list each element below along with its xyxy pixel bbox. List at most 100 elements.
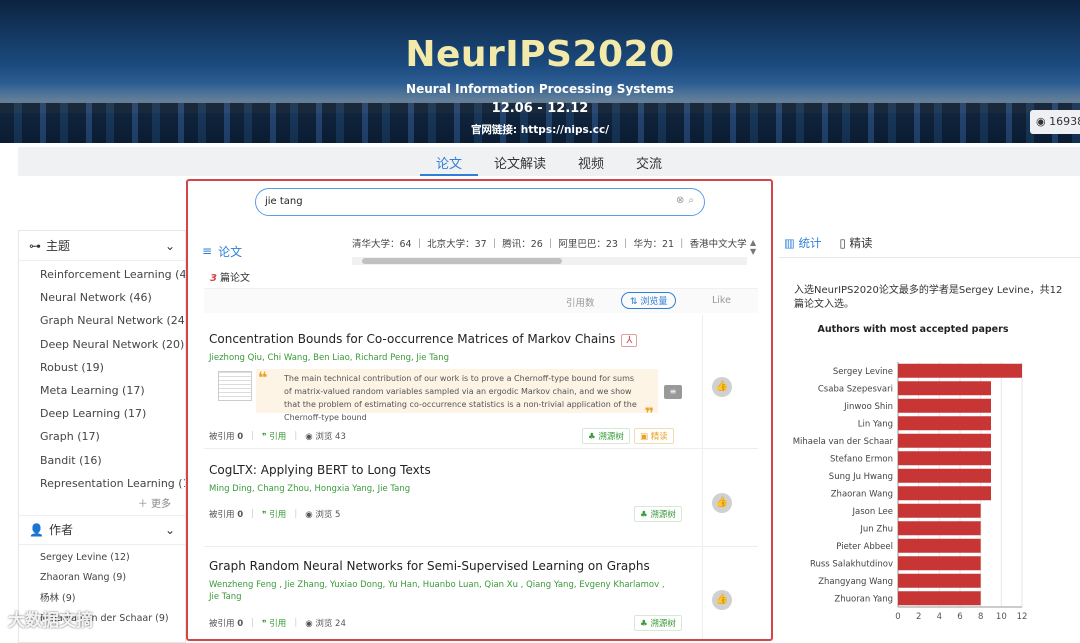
cite-button[interactable]: ❞ 引用 bbox=[262, 430, 286, 442]
search-input[interactable]: jie tang ⊗ ⌕ bbox=[255, 188, 705, 216]
y-tick-label: Jun Zhu bbox=[859, 524, 893, 534]
y-tick-label: Sung Ju Hwang bbox=[829, 472, 893, 482]
tab-papers[interactable]: 论文 bbox=[419, 147, 478, 176]
tab-stats-label: 统计 bbox=[798, 235, 822, 250]
bar bbox=[898, 591, 981, 606]
tab-discussion[interactable]: 交流 bbox=[620, 147, 678, 176]
like-button[interactable]: 👍 bbox=[712, 590, 732, 610]
tab-video[interactable]: 视频 bbox=[562, 147, 620, 176]
paper-title-text[interactable]: Concentration Bounds for Co-occurrence M… bbox=[209, 332, 615, 346]
y-tick-label: Pieter Abbeel bbox=[836, 542, 893, 552]
chevron-down-icon[interactable]: ⌄ bbox=[165, 523, 175, 537]
view-count: 16938 bbox=[1049, 115, 1080, 128]
tab-paper-interpretation[interactable]: 论文解读 bbox=[478, 147, 562, 176]
tab-paper-results[interactable]: ≡ 论文 bbox=[202, 243, 242, 260]
scrollbar-thumb[interactable] bbox=[362, 258, 562, 264]
main-nav: 论文 论文解读 视频 交流 bbox=[18, 147, 1080, 176]
clear-icon[interactable]: ⊗ bbox=[676, 195, 684, 206]
author-item[interactable]: Sergey Levine (12) bbox=[19, 548, 185, 569]
tab-read-label: 精读 bbox=[849, 235, 873, 250]
paper-title[interactable]: Concentration Bounds for Co-occurrence M… bbox=[209, 332, 638, 347]
topic-item[interactable]: Graph (17) bbox=[19, 425, 185, 448]
y-tick-label: Zhangyang Wang bbox=[818, 577, 893, 587]
cite-button[interactable]: ❞ 引用 bbox=[262, 508, 286, 520]
eye-icon: ◉ bbox=[1036, 115, 1046, 128]
topic-item[interactable]: Reinforcement Learning (48) bbox=[19, 263, 185, 286]
cited-count: 0 bbox=[237, 619, 244, 629]
pdf-icon[interactable]: ⅄ bbox=[621, 334, 638, 347]
paper-meta: 被引用 0 | ❞ 引用 | ◉ 浏览 5 bbox=[209, 508, 341, 520]
book-icon: ▯ bbox=[839, 235, 846, 250]
sort-bar: 引用数 ⇅ 浏览量 Like bbox=[204, 289, 758, 313]
filter-sidebar: ⊶ 主题 ⌄ Reinforcement Learning (48) Neural… bbox=[18, 230, 186, 643]
sort-by-views[interactable]: ⇅ 浏览量 bbox=[621, 292, 677, 309]
topic-item[interactable]: Deep Learning (17) bbox=[19, 402, 185, 425]
abstract-text: The main technical contribution of our w… bbox=[284, 374, 637, 422]
quote-icon: ❞ bbox=[262, 510, 267, 520]
authors-header[interactable]: 👤 作者 ⌄ bbox=[19, 514, 185, 545]
paper-title[interactable]: Graph Random Neural Networks for Semi-Su… bbox=[209, 559, 650, 573]
topics-more-button[interactable]: ＋ 更多 bbox=[19, 495, 185, 515]
paper-authors-continued[interactable]: Jie Tang bbox=[209, 592, 242, 602]
stats-tabs: ▥ 统计 ▯ 精读 bbox=[779, 228, 1080, 258]
comment-icon[interactable]: ≡ bbox=[664, 385, 682, 399]
like-button[interactable]: 👍 bbox=[712, 493, 732, 513]
bar bbox=[898, 433, 991, 448]
source-tree-button[interactable]: ♣ 溯源树 bbox=[634, 506, 682, 522]
sort-by-citations[interactable]: 引用数 bbox=[566, 295, 595, 309]
horizontal-scrollbar[interactable] bbox=[352, 257, 747, 265]
read-button[interactable]: ▣ 精读 bbox=[634, 428, 674, 444]
y-tick-label: Lin Yang bbox=[858, 419, 893, 429]
scroll-arrows-icon[interactable]: ▲ ▼ bbox=[750, 238, 756, 256]
paper-thumbnail[interactable] bbox=[218, 371, 252, 401]
search-icon[interactable]: ⌕ bbox=[688, 195, 694, 206]
topics-title: 主题 bbox=[46, 239, 71, 253]
paper-title[interactable]: CogLTX: Applying BERT to Long Texts bbox=[209, 463, 431, 477]
topic-item[interactable]: Meta Learning (17) bbox=[19, 379, 185, 402]
stats-panel: ▥ 统计 ▯ 精读 入选NeurIPS2020论文最多的学者是Sergey Le… bbox=[779, 228, 1080, 643]
paper-authors[interactable]: Ming Ding, Chang Zhou, Hongxia Yang, Jie… bbox=[209, 484, 410, 494]
source-tree-button[interactable]: ♣ 溯源树 bbox=[634, 615, 682, 631]
topic-item[interactable]: Robust (19) bbox=[19, 356, 185, 379]
author-item[interactable]: Zhaoran Wang (9) bbox=[19, 568, 185, 589]
conference-subtitle: Neural Information Processing Systems bbox=[406, 82, 674, 96]
source-tree-label: 溯源树 bbox=[650, 619, 676, 629]
paper-meta: 被引用 0 | ❞ 引用 | ◉ 浏览 43 bbox=[209, 430, 346, 442]
paper-authors[interactable]: Wenzheng Feng , Jie Zhang, Yuxiao Dong, … bbox=[209, 580, 665, 590]
paper-abstract: The main technical contribution of our w… bbox=[218, 368, 658, 423]
paper-card: Graph Random Neural Networks for Semi-Su… bbox=[204, 547, 758, 639]
official-link[interactable]: 官网链接: https://nips.cc/ bbox=[0, 122, 1080, 137]
topic-item[interactable]: Bandit (16) bbox=[19, 449, 185, 472]
topic-item[interactable]: Representation Learning (15) bbox=[19, 472, 185, 495]
topic-item[interactable]: Graph Neural Network (24) bbox=[19, 309, 185, 332]
y-tick-label: Csaba Szepesvari bbox=[818, 384, 893, 394]
topic-item[interactable]: Neural Network (46) bbox=[19, 286, 185, 309]
views-count: 24 bbox=[335, 619, 346, 629]
paper-authors[interactable]: Jiezhong Qiu, Chi Wang, Ben Liao, Richar… bbox=[209, 353, 449, 363]
key-icon: ⊶ bbox=[29, 238, 41, 253]
tab-stats[interactable]: ▥ 统计 bbox=[784, 235, 822, 251]
like-button[interactable]: 👍 bbox=[712, 377, 732, 397]
views-label: 浏览 bbox=[315, 619, 333, 629]
cite-button[interactable]: ❞ 引用 bbox=[262, 617, 286, 629]
eye-icon: ◉ bbox=[305, 432, 313, 442]
tab-read[interactable]: ▯ 精读 bbox=[840, 235, 873, 251]
bar-chart-icon: ▥ bbox=[784, 235, 795, 250]
views-count: 5 bbox=[335, 510, 341, 520]
book-icon: ▣ bbox=[640, 432, 649, 442]
chevron-down-icon[interactable]: ⌄ bbox=[165, 239, 175, 253]
sort-icon: ⇅ bbox=[630, 297, 638, 307]
y-tick-label: Sergey Levine bbox=[833, 367, 893, 377]
cite-label: 引用 bbox=[269, 510, 287, 520]
quote-open-icon: ❝ bbox=[258, 368, 268, 387]
conference-dates: 12.06 - 12.12 bbox=[491, 101, 589, 116]
source-tree-button[interactable]: ♣ 溯源树 bbox=[582, 428, 630, 444]
y-tick-label: Jason Lee bbox=[852, 507, 893, 517]
tree-icon: ♣ bbox=[588, 432, 596, 442]
bar bbox=[898, 573, 981, 588]
sort-by-likes[interactable]: Like bbox=[712, 295, 731, 306]
results-header: ≡ 论文 清华大学：64 ｜ 北京大学：37 ｜ 腾讯：26 ｜ 阿里巴巴：23 … bbox=[202, 236, 756, 266]
card-divider bbox=[702, 449, 703, 547]
topic-item[interactable]: Deep Neural Network (20) bbox=[19, 333, 185, 356]
topics-header[interactable]: ⊶ 主题 ⌄ bbox=[19, 231, 185, 261]
